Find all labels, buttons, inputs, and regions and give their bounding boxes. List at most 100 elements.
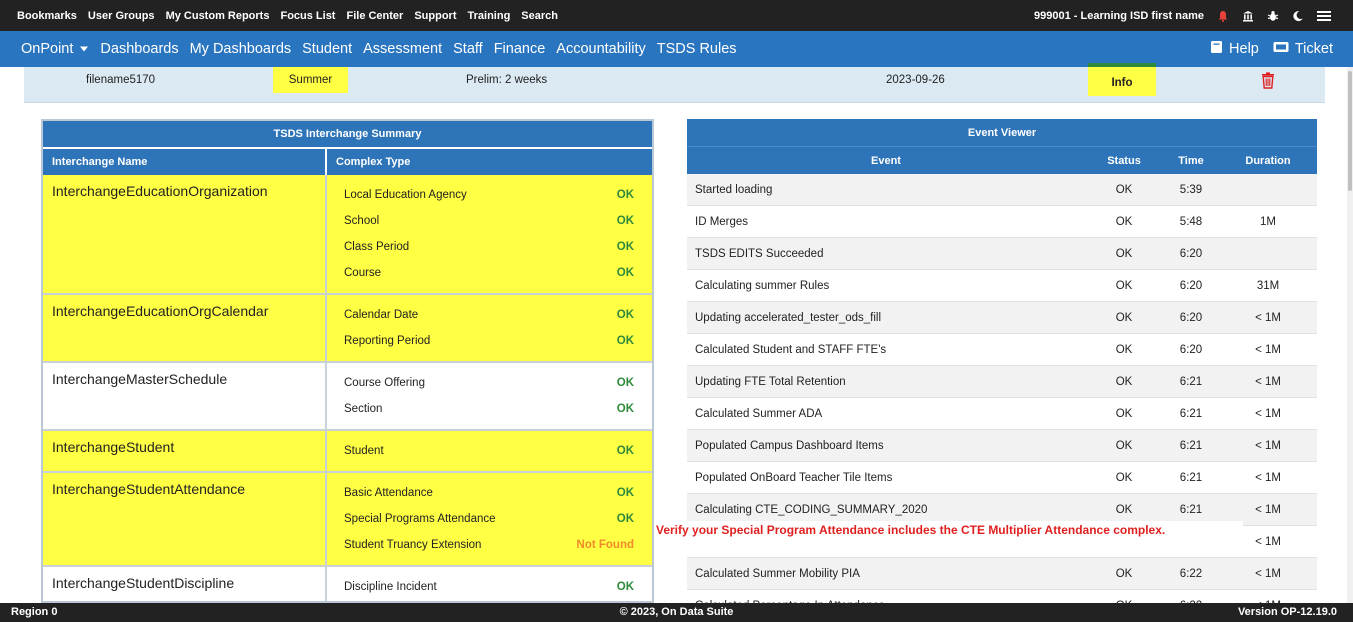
main-nav-right: Help Ticket xyxy=(1210,31,1333,67)
nav-tsds-rules[interactable]: TSDS Rules xyxy=(657,41,737,57)
complex-type-label: Class Period xyxy=(344,241,410,253)
my-custom-reports-link[interactable]: My Custom Reports xyxy=(166,10,270,22)
complex-type-label: Course Offering xyxy=(344,377,425,389)
interchange-row: InterchangeMasterSchedule Course Offering… xyxy=(43,362,652,431)
complex-type-item: School OK xyxy=(327,211,652,237)
search-link[interactable]: Search xyxy=(521,10,558,22)
org-selector[interactable]: 999001 - Learning ISD first name xyxy=(1034,10,1204,22)
main-nav: OnPoint Dashboards My Dashboards Student… xyxy=(0,31,1353,67)
event-status: OK xyxy=(1085,365,1163,398)
event-name: Calculated Percentage In Attendance xyxy=(687,589,1085,603)
complex-type-item: Basic Attendance OK xyxy=(327,483,652,509)
ticket-icon xyxy=(1273,41,1289,57)
event-viewer-title: Event Viewer xyxy=(687,119,1317,147)
event-time: 6:20 xyxy=(1163,301,1219,334)
complex-type-list: Student OK xyxy=(326,430,652,473)
interchange-name: InterchangeStudentDiscipline xyxy=(43,566,327,601)
building-icon[interactable] xyxy=(1242,10,1254,22)
event-status: OK xyxy=(1085,174,1163,206)
complex-type-status: OK xyxy=(616,513,634,525)
complex-type-label: Student Truancy Extension xyxy=(344,539,482,551)
complex-type-status: OK xyxy=(616,335,634,347)
interchange-row: InterchangeStudentDiscipline Discipline I… xyxy=(43,566,652,601)
event-name: Calculated Summer ADA xyxy=(687,397,1085,430)
event-name: Populated Campus Dashboard Items xyxy=(687,429,1085,462)
interchange-name: InterchangeEducationOrgCalendar xyxy=(43,294,327,363)
event-row: ID Merges OK 5:48 1M xyxy=(687,205,1317,238)
event-time: 6:22 xyxy=(1163,589,1219,603)
complex-type-item: Reporting Period OK xyxy=(327,331,652,357)
event-row: Calculated Percentage In AttendanceOK6:2… xyxy=(687,589,1317,603)
nav-assessment[interactable]: Assessment xyxy=(363,41,442,57)
nav-my-dashboards[interactable]: My Dashboards xyxy=(190,41,292,57)
event-time: 6:20 xyxy=(1163,237,1219,270)
page-scrollbar[interactable] xyxy=(1347,67,1353,603)
event-duration: < 1M xyxy=(1219,397,1317,430)
interchange-name: InterchangeMasterSchedule xyxy=(43,362,327,431)
event-row: Updating accelerated_tester_ods_fill OK 6:… xyxy=(687,301,1317,334)
complex-type-status: OK xyxy=(616,377,634,389)
complex-type-item: Student OK xyxy=(327,441,652,467)
interchange-row: InterchangeStudentAttendance Basic Attend… xyxy=(43,472,652,567)
info-button[interactable]: Info xyxy=(1088,63,1156,96)
complex-type-label: Student xyxy=(344,445,384,457)
complex-type-status: OK xyxy=(616,445,634,457)
training-link[interactable]: Training xyxy=(468,10,511,22)
complex-type-label: School xyxy=(344,215,380,227)
file-date: 2023-09-26 xyxy=(886,74,945,86)
event-status: OK xyxy=(1085,205,1163,238)
event-row: Calculating summer Rules OK 6:20 31M xyxy=(687,269,1317,302)
event-status: OK xyxy=(1085,301,1163,334)
event-time: 6:21 xyxy=(1163,429,1219,462)
col-complex-type: Complex Type xyxy=(326,148,652,175)
cte-attendance-warning: Verify your Special Program Attendance i… xyxy=(654,521,1243,548)
event-status: OK xyxy=(1085,333,1163,366)
bell-icon[interactable] xyxy=(1217,10,1229,22)
onpoint-menu[interactable]: OnPoint xyxy=(21,41,89,57)
event-name: Started loading xyxy=(687,174,1085,206)
event-row: Populated OnBoard Teacher Tile Items OK 6:… xyxy=(687,461,1317,494)
event-duration: < 1M xyxy=(1219,365,1317,398)
ticket-label: Ticket xyxy=(1294,41,1333,57)
complex-type-item: Section OK xyxy=(327,399,652,425)
moon-icon[interactable] xyxy=(1292,10,1304,22)
complex-type-status: OK xyxy=(616,581,634,593)
help-label: Help xyxy=(1229,41,1259,57)
user-groups-link[interactable]: User Groups xyxy=(88,10,155,22)
event-row: Populated Campus Dashboard Items OK 6:21 < … xyxy=(687,429,1317,462)
focus-list-link[interactable]: Focus List xyxy=(280,10,335,22)
footer-version: Version OP-12.19.0 xyxy=(1237,606,1337,618)
file-row: filename5170 Summer Prelim: 2 weeks 2023… xyxy=(24,63,1325,103)
support-link[interactable]: Support xyxy=(414,10,456,22)
event-duration: 1M xyxy=(1219,205,1317,238)
event-duration: < 1M xyxy=(1219,301,1317,334)
nav-accountability[interactable]: Accountability xyxy=(556,41,645,57)
event-duration xyxy=(1219,237,1317,270)
complex-type-status: OK xyxy=(616,241,634,253)
event-time: 6:20 xyxy=(1163,333,1219,366)
complex-type-list: Discipline Incident OK xyxy=(326,566,652,601)
event-row: Calculated Summer Mobility PIA OK 6:22 < 1M xyxy=(687,557,1317,590)
nav-dashboards[interactable]: Dashboards xyxy=(100,41,178,57)
nav-finance[interactable]: Finance xyxy=(494,41,546,57)
complex-type-item: Local Education Agency OK xyxy=(327,185,652,211)
event-duration: 31M xyxy=(1219,269,1317,302)
event-name: Updating FTE Total Retention xyxy=(687,365,1085,398)
col-time: Time xyxy=(1163,146,1219,174)
bug-icon[interactable] xyxy=(1267,10,1279,22)
hamburger-icon[interactable] xyxy=(1317,10,1331,22)
interchange-row: InterchangeEducationOrganization Local Ed… xyxy=(43,175,652,295)
event-duration xyxy=(1219,174,1317,206)
event-name: Calculating summer Rules xyxy=(687,269,1085,302)
ticket-button[interactable]: Ticket xyxy=(1273,41,1333,57)
bookmarks-link[interactable]: Bookmarks xyxy=(17,10,77,22)
complex-type-status: OK xyxy=(616,267,634,279)
trash-icon[interactable] xyxy=(1261,72,1275,90)
complex-type-label: Reporting Period xyxy=(344,335,431,347)
complex-type-item: Calendar Date OK xyxy=(327,305,652,331)
nav-student[interactable]: Student xyxy=(302,41,352,57)
file-center-link[interactable]: File Center xyxy=(346,10,403,22)
help-button[interactable]: Help xyxy=(1210,40,1259,58)
scrollbar-thumb[interactable] xyxy=(1348,71,1352,191)
nav-staff[interactable]: Staff xyxy=(453,41,483,57)
